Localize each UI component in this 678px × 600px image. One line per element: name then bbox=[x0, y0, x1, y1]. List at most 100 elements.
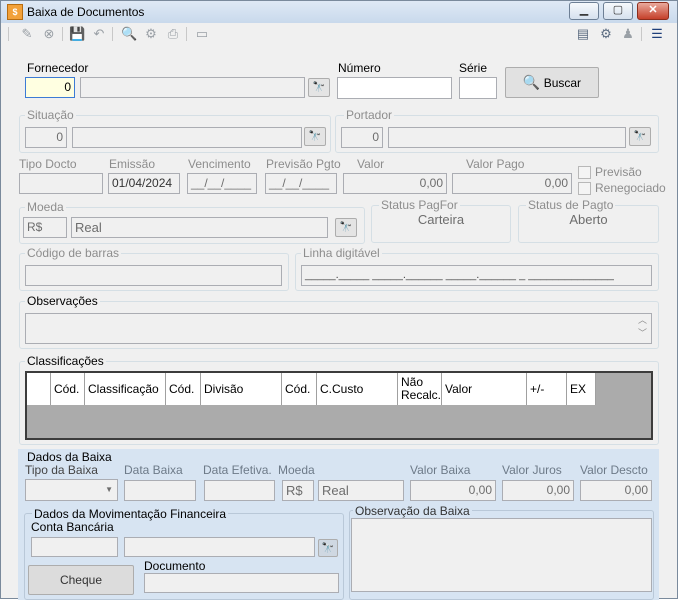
fornecedor-name-field[interactable] bbox=[80, 77, 305, 98]
vencimento-label: Vencimento bbox=[188, 157, 251, 171]
grid-header-classificacao[interactable]: Classificação bbox=[85, 373, 166, 405]
situacao-lookup-icon[interactable]: 🔭 bbox=[304, 127, 326, 146]
obs-baixa-label: Observação da Baixa bbox=[353, 504, 472, 518]
valor-baixa-field[interactable]: 0,00 bbox=[410, 480, 496, 501]
codigo-barras-label: Código de barras bbox=[25, 246, 122, 260]
config-icon[interactable]: ⚙ bbox=[598, 26, 614, 42]
situacao-name-field[interactable] bbox=[72, 127, 302, 148]
valor-pago-field[interactable]: 0,00 bbox=[452, 173, 572, 194]
situacao-code-field[interactable]: 0 bbox=[25, 127, 67, 148]
previsao-pgto-field[interactable]: __/__/____ bbox=[265, 173, 337, 194]
portador-name-field[interactable] bbox=[388, 127, 626, 148]
valor-label: Valor bbox=[357, 157, 385, 171]
moeda-symbol-field[interactable]: R$ bbox=[23, 217, 67, 238]
tipo-baixa-select[interactable]: ▼ bbox=[25, 479, 118, 501]
observacoes-scroll-icon[interactable]: ︿ ﹀ bbox=[638, 314, 647, 340]
status-pagfor-value: Carteira bbox=[417, 212, 465, 227]
print-icon[interactable]: ⎙ bbox=[165, 26, 181, 42]
portador-code-field[interactable]: 0 bbox=[341, 127, 383, 148]
situacao-label: Situação bbox=[25, 108, 76, 122]
numero-field[interactable] bbox=[337, 77, 452, 99]
fornecedor-code-field[interactable]: 0 bbox=[25, 77, 75, 98]
mov-financeira-label: Dados da Movimentação Financeira bbox=[32, 507, 229, 521]
valor-pago-label: Valor Pago bbox=[466, 157, 525, 171]
search-icon[interactable]: 🔍 bbox=[121, 26, 137, 42]
grid-header-valor[interactable]: Valor bbox=[442, 373, 527, 405]
data-baixa-label: Data Baixa bbox=[124, 463, 183, 477]
window-title: Baixa de Documentos bbox=[27, 5, 145, 19]
status-pagto-value: Aberto bbox=[569, 212, 608, 227]
valor-juros-label: Valor Juros bbox=[502, 463, 562, 477]
grid-header-ccusto[interactable]: C.Custo bbox=[317, 373, 398, 405]
status-pagto-label: Status de Pagto bbox=[526, 198, 616, 212]
renegociado-checkbox[interactable] bbox=[578, 182, 591, 195]
buscar-label: Buscar bbox=[543, 76, 582, 90]
grid-header-nao-recalc[interactable]: Não Recalc. bbox=[398, 373, 442, 405]
buscar-button[interactable]: 🔍 Buscar bbox=[505, 67, 599, 98]
valor-baixa-label: Valor Baixa bbox=[410, 463, 471, 477]
moeda-lookup-icon[interactable]: 🔭 bbox=[335, 218, 357, 237]
data-baixa-field[interactable] bbox=[124, 480, 196, 501]
close-icon[interactable]: ✕ bbox=[637, 2, 669, 20]
chevron-down-icon: ▼ bbox=[105, 485, 113, 494]
grid-header-cod-div[interactable]: Cód. bbox=[166, 373, 201, 405]
previsao-pgto-label: Previsão Pgto bbox=[266, 157, 341, 171]
conta-lookup-icon[interactable]: 🔭 bbox=[318, 539, 338, 557]
fornecedor-lookup-icon[interactable]: 🔭 bbox=[308, 78, 330, 97]
serie-label: Série bbox=[459, 61, 488, 75]
grid-header-sign[interactable]: +/- bbox=[527, 373, 567, 405]
undo-icon[interactable]: ↶ bbox=[91, 26, 107, 42]
monitor-icon[interactable]: ▭ bbox=[194, 26, 210, 42]
serie-field[interactable] bbox=[459, 77, 497, 99]
previsao-checkbox[interactable] bbox=[578, 166, 591, 179]
cheque-button[interactable]: Cheque bbox=[28, 565, 134, 595]
previsao-checkbox-label: Previsão bbox=[595, 165, 642, 179]
cancel-icon[interactable]: ⊗ bbox=[41, 26, 57, 42]
moeda-name-field[interactable]: Real bbox=[71, 217, 328, 238]
status-pagfor-label: Status PagFor bbox=[379, 198, 460, 212]
codigo-barras-field[interactable] bbox=[25, 265, 282, 286]
conta-code-field[interactable] bbox=[31, 537, 118, 557]
linha-digitavel-field[interactable]: _____._____ _____.______ _____.______ _ … bbox=[301, 265, 652, 286]
fornecedor-label: Fornecedor bbox=[27, 61, 89, 75]
classificacoes-grid[interactable]: Cód. Classificação Cód. Divisão Cód. C.C… bbox=[25, 371, 653, 440]
baixa-moeda-symbol[interactable]: R$ bbox=[282, 480, 314, 501]
baixa-moeda-label: Moeda bbox=[278, 463, 315, 477]
edit-icon[interactable]: ✎ bbox=[19, 26, 35, 42]
valor-juros-field[interactable]: 0,00 bbox=[502, 480, 574, 501]
data-efetiva-field[interactable] bbox=[204, 480, 275, 501]
portador-lookup-icon[interactable]: 🔭 bbox=[629, 127, 651, 146]
window: $ Baixa de Documentos ▁ ▢ ✕ ✎ ⊗ 💾 ↶ 🔍 ⚙ … bbox=[0, 0, 678, 600]
maximize-icon[interactable]: ▢ bbox=[603, 2, 633, 20]
observacoes-field[interactable] bbox=[25, 313, 652, 344]
classificacoes-label: Classificações bbox=[25, 354, 106, 368]
card-icon[interactable]: ▤ bbox=[575, 26, 591, 42]
valor-descto-label: Valor Descto bbox=[580, 463, 648, 477]
grid-header-cod-cc[interactable]: Cód. bbox=[282, 373, 317, 405]
grid-header-cod-class[interactable]: Cód. bbox=[51, 373, 85, 405]
title-bar: $ Baixa de Documentos ▁ ▢ ✕ bbox=[1, 1, 677, 23]
grid-header-ex[interactable]: EX bbox=[567, 373, 596, 405]
renegociado-checkbox-label: Renegociado bbox=[595, 181, 666, 195]
emissao-field[interactable]: 01/04/2024 bbox=[108, 173, 180, 194]
user-icon[interactable]: ♟ bbox=[620, 26, 636, 42]
layout-icon[interactable]: ☰ bbox=[649, 26, 665, 42]
documento-label: Documento bbox=[144, 559, 206, 573]
obs-baixa-field[interactable] bbox=[351, 518, 652, 592]
minimize-icon[interactable]: ▁ bbox=[569, 2, 599, 20]
valor-descto-field[interactable]: 0,00 bbox=[580, 480, 652, 501]
save-icon[interactable]: 💾 bbox=[69, 26, 85, 42]
valor-field[interactable]: 0,00 bbox=[343, 173, 447, 194]
baixa-moeda-name[interactable]: Real bbox=[318, 480, 404, 501]
documento-field[interactable] bbox=[144, 573, 339, 593]
numero-label: Número bbox=[338, 61, 381, 75]
vencimento-field[interactable]: __/__/____ bbox=[187, 173, 257, 194]
search-icon: 🔍 bbox=[522, 74, 541, 90]
tipo-docto-label: Tipo Docto bbox=[19, 157, 77, 171]
conta-name-field[interactable] bbox=[124, 537, 315, 557]
grid-header-divisao[interactable]: Divisão bbox=[201, 373, 282, 405]
tipo-docto-field[interactable] bbox=[19, 173, 103, 194]
emissao-label: Emissão bbox=[109, 157, 156, 171]
filter-icon[interactable]: ⚙ bbox=[143, 26, 159, 42]
toolbar: ✎ ⊗ 💾 ↶ 🔍 ⚙ ⎙ ▭ ▤ ⚙ ♟ ☰ bbox=[1, 23, 677, 47]
